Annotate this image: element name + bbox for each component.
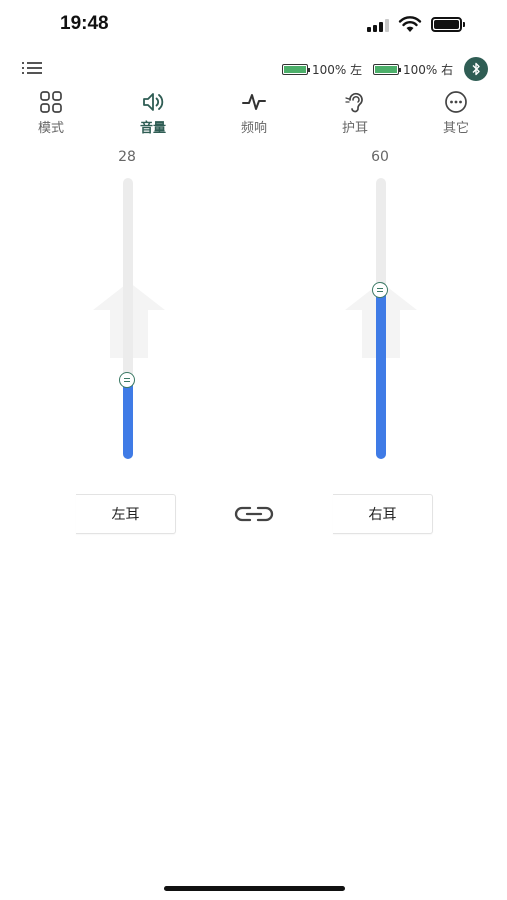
tab-volume-label: 音量	[139, 121, 166, 136]
battery-icon	[431, 17, 465, 32]
right-slider-thumb[interactable]	[372, 282, 388, 298]
device-status-row: 100% 左 100% 右	[0, 55, 507, 83]
link-icon[interactable]	[234, 504, 274, 524]
left-ear-battery: 100% 左	[282, 61, 362, 78]
left-volume-slider[interactable]	[119, 178, 135, 459]
tab-frequency[interactable]: 频响	[224, 90, 284, 136]
right-slider-fill	[376, 290, 386, 459]
grid-icon	[40, 91, 62, 113]
left-battery-icon	[282, 64, 310, 75]
home-indicator	[164, 886, 345, 891]
left-battery-label: 100% 左	[312, 63, 363, 77]
tab-other-label: 其它	[442, 121, 469, 136]
tab-mode-label: 模式	[37, 121, 64, 136]
bluetooth-button[interactable]	[464, 57, 488, 81]
left-slider-fill	[123, 380, 133, 459]
wifi-icon	[398, 16, 422, 32]
status-bar: 19:48	[0, 0, 507, 50]
right-volume-value: 60	[371, 149, 389, 165]
tab-frequency-label: 频响	[240, 121, 267, 136]
right-battery-icon	[373, 64, 401, 75]
right-ear-button[interactable]: 右耳	[333, 494, 433, 534]
cellular-signal-icon	[367, 19, 391, 32]
waveform-icon	[242, 94, 266, 110]
tab-ear-protection[interactable]: 护耳	[325, 90, 385, 136]
tab-other[interactable]: 其它	[426, 90, 486, 136]
left-ear-button[interactable]: 左耳	[76, 494, 176, 534]
tab-mode[interactable]: 模式	[21, 90, 81, 136]
tab-volume[interactable]: 音量	[123, 90, 183, 136]
status-time: 19:48	[60, 13, 109, 34]
left-slider-thumb[interactable]	[119, 372, 135, 388]
tab-ear-protection-label: 护耳	[341, 121, 368, 136]
more-icon	[445, 91, 467, 113]
right-battery-label: 100% 右	[403, 63, 454, 77]
function-tabs: 模式 音量 频响 护耳 其它	[0, 90, 507, 136]
right-ear-battery: 100% 右	[373, 61, 453, 78]
bluetooth-icon	[472, 62, 480, 76]
speaker-icon	[143, 93, 164, 111]
list-menu-icon[interactable]	[22, 60, 42, 76]
right-volume-slider[interactable]	[372, 178, 388, 459]
ear-icon	[345, 92, 363, 113]
left-volume-value: 28	[118, 149, 136, 165]
